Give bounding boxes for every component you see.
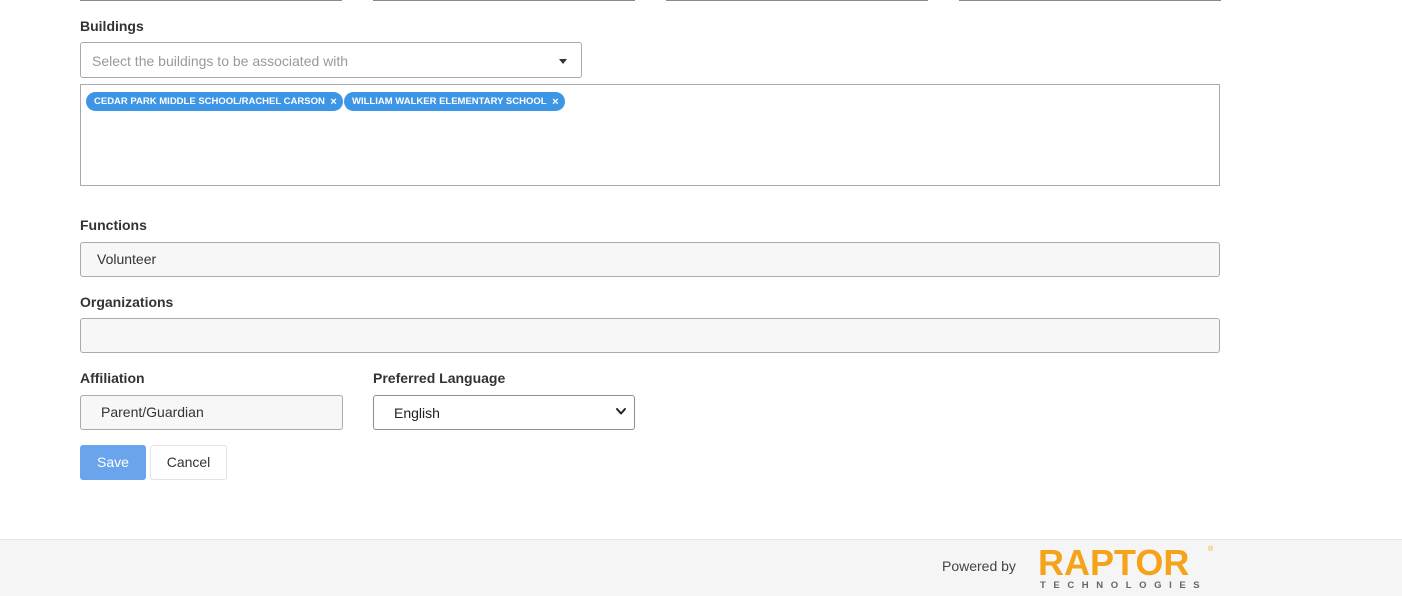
building-chip: CEDAR PARK MIDDLE SCHOOL/RACHEL CARSON × — [86, 92, 343, 111]
chevron-down-icon — [616, 408, 626, 415]
powered-by-text: Powered by — [942, 558, 1016, 574]
buildings-label: Buildings — [80, 18, 144, 34]
buildings-select[interactable]: Select the buildings to be associated wi… — [80, 42, 582, 78]
functions-field[interactable]: Volunteer — [80, 242, 1220, 277]
save-button[interactable]: Save — [80, 445, 146, 480]
top-field-3[interactable] — [666, 0, 928, 1]
building-chip-label: CEDAR PARK MIDDLE SCHOOL/RACHEL CARSON — [94, 96, 325, 107]
top-field-1[interactable] — [80, 0, 342, 1]
logo-subtext: TECHNOLOGIES — [1040, 580, 1208, 591]
building-chip: WILLIAM WALKER ELEMENTARY SCHOOL × — [344, 92, 565, 111]
top-field-2[interactable] — [373, 0, 635, 1]
preferred-language-select[interactable]: English — [373, 395, 635, 430]
logo-text: RAPTOR — [1038, 542, 1190, 583]
building-chip-label: WILLIAM WALKER ELEMENTARY SCHOOL — [352, 96, 547, 107]
affiliation-field[interactable]: Parent/Guardian — [80, 395, 343, 430]
preferred-language-label: Preferred Language — [373, 370, 506, 386]
affiliation-label: Affiliation — [80, 370, 145, 386]
raptor-logo: RAPTOR ® TECHNOLOGIES — [1038, 544, 1218, 594]
buildings-select-placeholder: Select the buildings to be associated wi… — [92, 53, 349, 69]
footer: Powered by RAPTOR ® TECHNOLOGIES — [0, 539, 1402, 596]
top-field-4[interactable] — [959, 0, 1221, 1]
organizations-label: Organizations — [80, 294, 174, 310]
registered-mark: ® — [1208, 546, 1214, 553]
selected-buildings-area[interactable]: CEDAR PARK MIDDLE SCHOOL/RACHEL CARSON ×… — [80, 84, 1220, 186]
close-icon[interactable]: × — [552, 92, 558, 112]
organizations-field[interactable] — [80, 318, 1220, 353]
preferred-language-value: English — [394, 405, 440, 421]
functions-label: Functions — [80, 217, 147, 233]
close-icon[interactable]: × — [330, 92, 336, 112]
caret-down-icon — [559, 59, 567, 64]
cancel-button[interactable]: Cancel — [150, 445, 227, 480]
